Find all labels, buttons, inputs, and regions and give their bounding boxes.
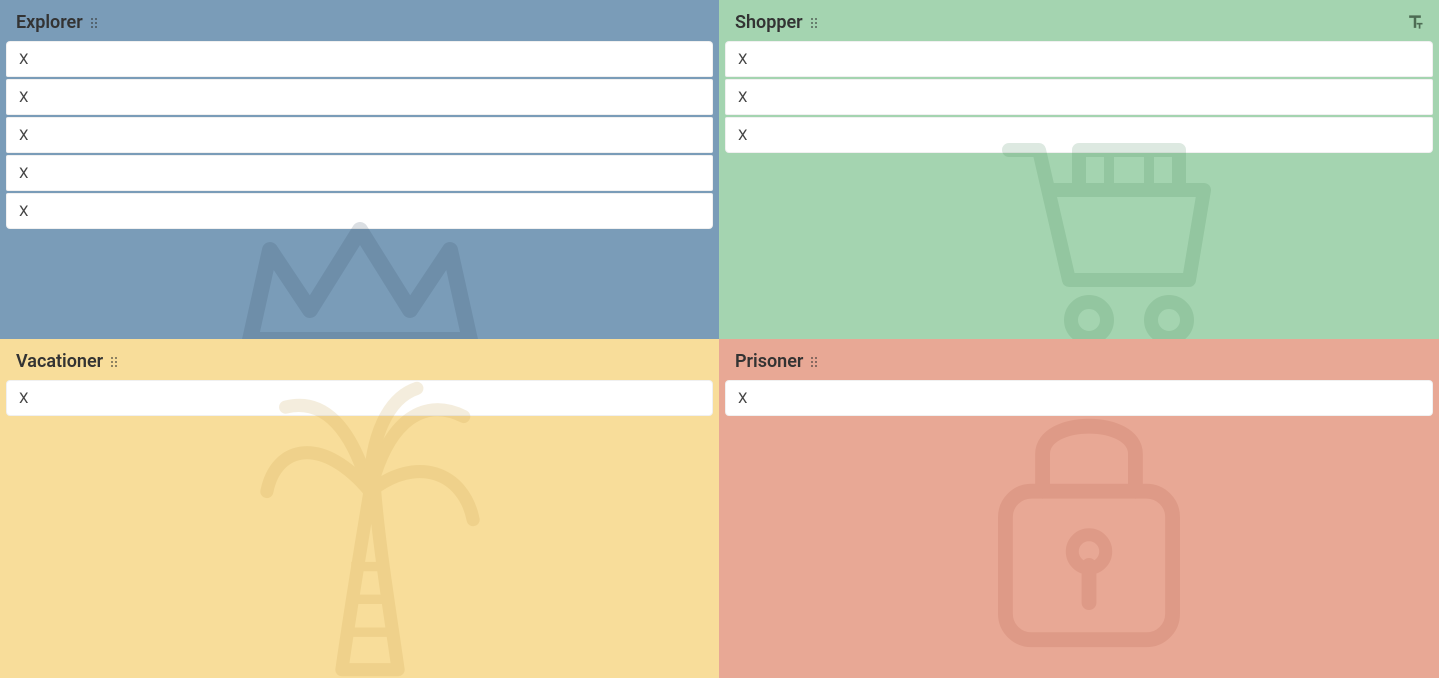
quadrant-header-vacationer[interactable]: Vacationer	[6, 345, 713, 380]
drag-handle-icon[interactable]	[811, 357, 817, 367]
quadrant-title: Vacationer	[16, 351, 103, 372]
quadrant-header-prisoner[interactable]: Prisoner	[725, 345, 1433, 380]
list-item[interactable]: X	[725, 79, 1433, 115]
card-list-vacationer: X	[6, 380, 713, 416]
list-item[interactable]: X	[725, 41, 1433, 77]
quadrant-title: Shopper	[735, 12, 803, 33]
quadrant-title: Explorer	[16, 12, 83, 33]
list-item[interactable]: X	[6, 193, 713, 229]
list-item[interactable]: X	[725, 117, 1433, 153]
list-item[interactable]: X	[725, 380, 1433, 416]
card-list-shopper: X X X	[725, 41, 1433, 153]
text-format-icon[interactable]	[1405, 12, 1425, 32]
card-list-prisoner: X	[725, 380, 1433, 416]
list-item[interactable]: X	[6, 79, 713, 115]
list-item[interactable]: X	[6, 155, 713, 191]
quadrant-explorer[interactable]: Explorer X X X X X	[0, 0, 719, 339]
drag-handle-icon[interactable]	[91, 18, 97, 28]
quadrant-vacationer[interactable]: Vacationer X	[0, 339, 719, 678]
list-item[interactable]: X	[6, 117, 713, 153]
drag-handle-icon[interactable]	[811, 18, 817, 28]
quadrant-prisoner[interactable]: Prisoner X	[719, 339, 1439, 678]
quadrant-header-explorer[interactable]: Explorer	[6, 6, 713, 41]
quadrant-header-shopper[interactable]: Shopper	[725, 6, 1433, 41]
shopping-cart-icon	[999, 130, 1219, 339]
palm-tree-icon	[250, 379, 490, 678]
drag-handle-icon[interactable]	[111, 357, 117, 367]
card-list-explorer: X X X X X	[6, 41, 713, 229]
list-item[interactable]: X	[6, 380, 713, 416]
quadrant-shopper[interactable]: Shopper X X X	[719, 0, 1439, 339]
matrix-board: Explorer X X X X X	[0, 0, 1439, 678]
quadrant-title: Prisoner	[735, 351, 803, 372]
lock-icon	[979, 389, 1199, 649]
list-item[interactable]: X	[6, 41, 713, 77]
